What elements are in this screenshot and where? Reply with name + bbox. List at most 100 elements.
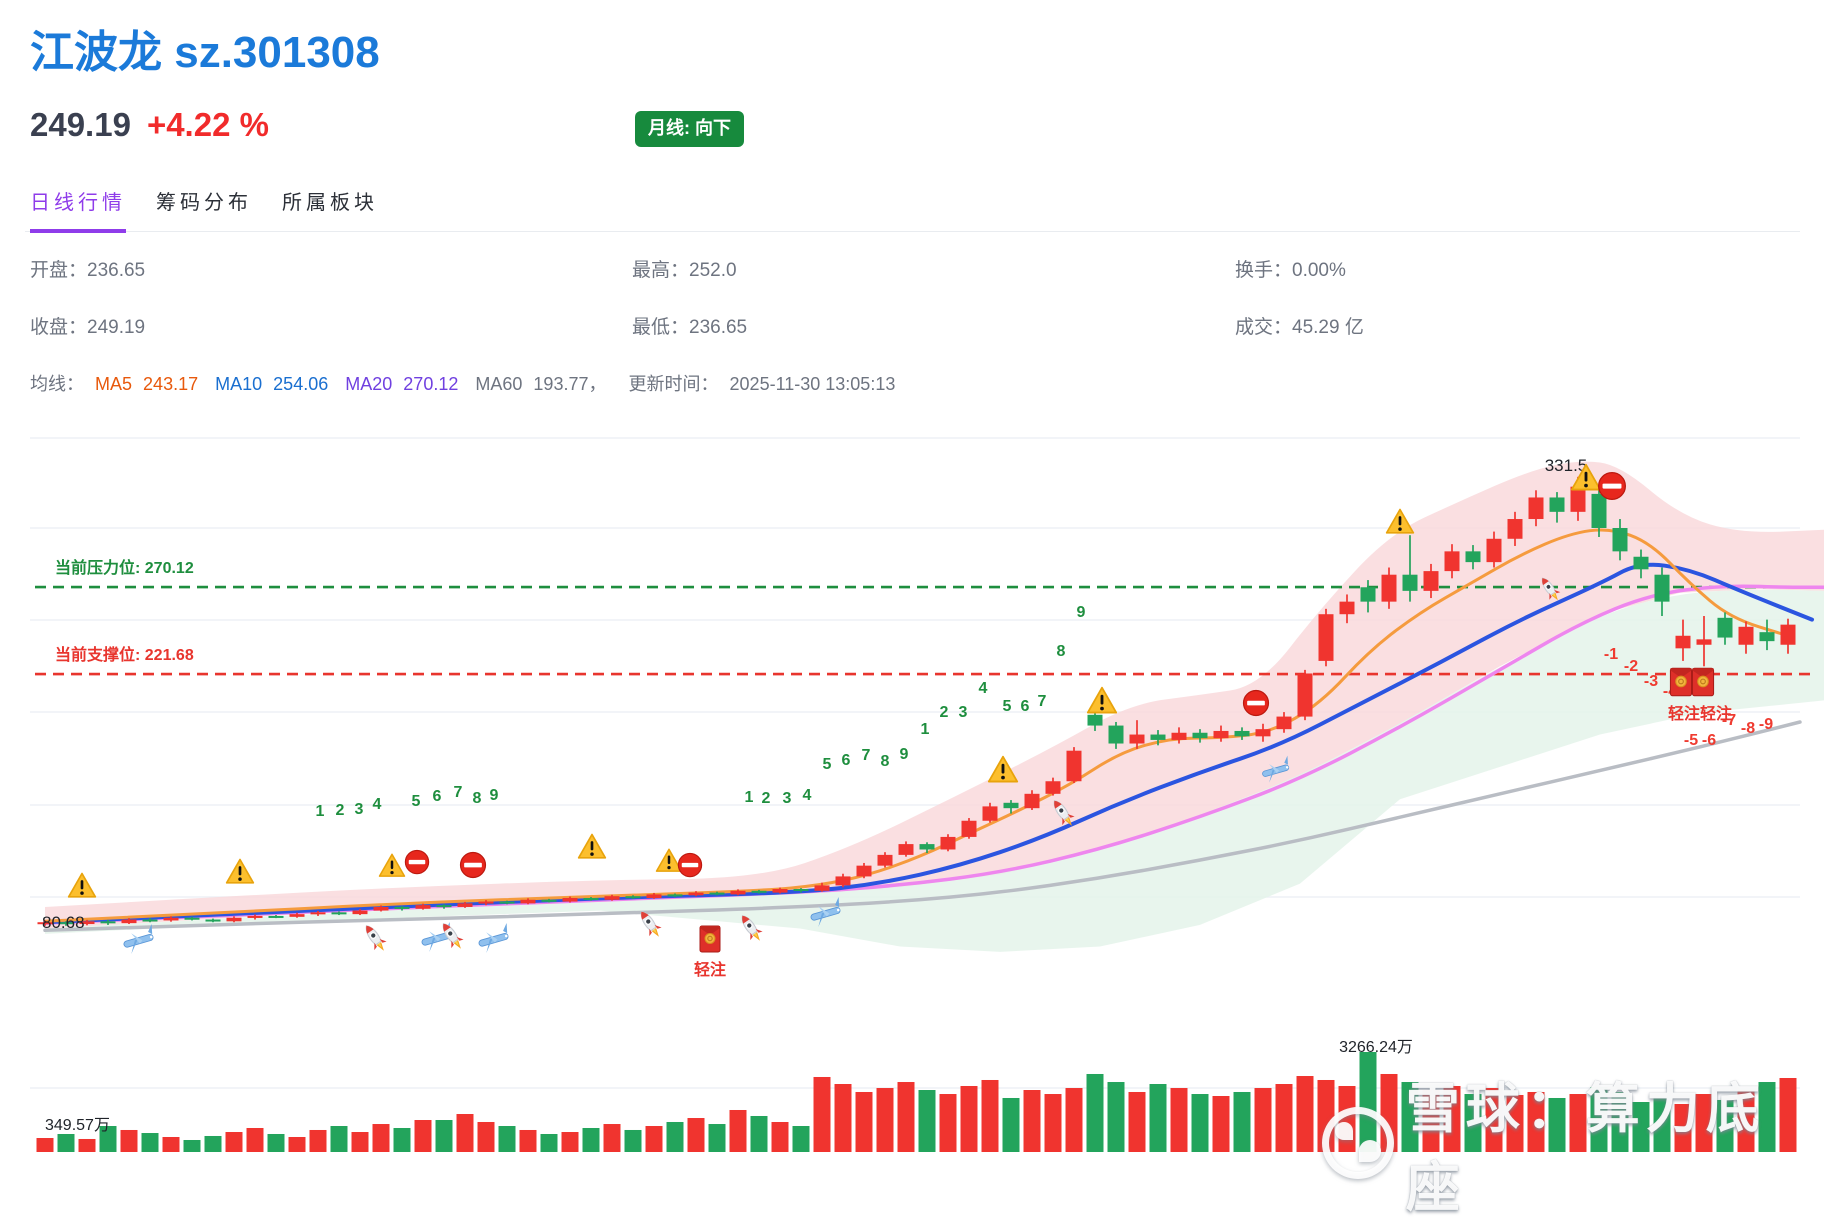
candle <box>793 889 809 891</box>
tab-bar: 日线行情 筹码分布 所属板块 <box>30 186 378 233</box>
candle <box>1171 732 1187 740</box>
volume-bar <box>1380 1073 1398 1152</box>
candle <box>436 905 452 908</box>
candle <box>1612 528 1628 552</box>
ma-summary-row: 均线： MA5 243.17 MA10 254.06 MA20 270.12 M… <box>30 370 907 396</box>
red-envelope-icon <box>1691 667 1715 697</box>
volume-bar <box>414 1120 432 1152</box>
volume-bar <box>708 1124 726 1152</box>
candle <box>835 876 851 886</box>
updated-time: 更新时间： 2025-11-30 13:05:13 <box>628 374 896 394</box>
candle <box>1423 571 1439 591</box>
volume-bar <box>1044 1094 1062 1152</box>
candle <box>520 899 536 904</box>
ma20-label: MA20 270.12 <box>345 374 459 394</box>
svg-text:3: 3 <box>959 704 968 721</box>
candle <box>583 897 599 900</box>
volume-bar <box>309 1129 327 1152</box>
volume-bar <box>1464 1094 1482 1152</box>
ma10-label: MA10 254.06 <box>215 374 329 394</box>
candle <box>1129 734 1145 744</box>
volume-bar <box>1149 1084 1167 1152</box>
candle <box>562 897 578 902</box>
candle <box>1150 734 1166 740</box>
stock-title: 江波龙 sz.301308 <box>30 28 380 77</box>
volume-bar <box>372 1124 390 1152</box>
volume-bar <box>1191 1094 1209 1152</box>
candle <box>1444 551 1460 572</box>
volume-bar <box>876 1088 894 1152</box>
volume-bar <box>1254 1088 1272 1152</box>
candle <box>1528 497 1544 520</box>
candle <box>268 915 284 918</box>
svg-text:8: 8 <box>473 790 482 807</box>
candle <box>1738 626 1754 645</box>
warning-icon <box>225 858 255 884</box>
volume-bar <box>1674 1103 1692 1152</box>
candle <box>1339 601 1355 615</box>
volume-bar <box>1758 1082 1776 1152</box>
candle <box>919 844 935 850</box>
volume-bar <box>1128 1091 1146 1152</box>
airplane-icon <box>475 922 514 955</box>
candle <box>1591 493 1607 529</box>
candle <box>184 917 200 920</box>
volume-bar <box>624 1129 642 1152</box>
volume-bar <box>645 1126 663 1152</box>
volume-bar <box>1527 1091 1545 1152</box>
warning-icon <box>1385 508 1415 534</box>
volume-bar <box>1296 1076 1314 1152</box>
candle <box>310 912 326 915</box>
volume-bar <box>477 1121 495 1152</box>
volume-bar <box>1590 1087 1608 1152</box>
candle <box>247 915 263 918</box>
svg-text:9: 9 <box>900 746 909 763</box>
tab-sector[interactable]: 所属板块 <box>282 186 378 233</box>
candle <box>604 896 620 900</box>
ma60-label: MA60 193.77， <box>475 374 607 394</box>
volume-bar <box>897 1082 915 1152</box>
candle <box>856 865 872 877</box>
volume-bar <box>981 1079 999 1152</box>
volume-bar <box>855 1091 873 1152</box>
red-envelope-icon <box>1669 667 1693 697</box>
volume-bar <box>1716 1099 1734 1152</box>
tab-daily-quotes[interactable]: 日线行情 <box>30 186 126 233</box>
warning-icon <box>67 872 97 898</box>
volume-bar <box>582 1127 600 1152</box>
candle <box>1318 614 1334 661</box>
candle <box>1297 673 1313 717</box>
warning-icon <box>655 848 683 872</box>
svg-text:当前压力位: 270.12: 当前压力位: 270.12 <box>55 558 194 577</box>
volume-bar <box>603 1124 621 1152</box>
price-volume-chart[interactable]: 当前压力位: 270.12当前支撑位: 221.68 1234567891234… <box>0 0 1824 1160</box>
volume-bar <box>1233 1091 1251 1152</box>
no-entry-icon <box>459 851 487 879</box>
stat-low: 最低：236.65 <box>632 317 748 338</box>
volume-bar <box>36 1138 54 1152</box>
svg-text:2: 2 <box>940 704 949 721</box>
volume-bar <box>1506 1094 1524 1152</box>
volume-bar <box>330 1126 348 1152</box>
candle <box>1024 793 1040 809</box>
candle <box>1087 714 1103 726</box>
volume-bar <box>1086 1073 1104 1152</box>
volume-bar <box>393 1127 411 1152</box>
candle <box>940 836 956 850</box>
volume-bar <box>519 1129 537 1152</box>
candle <box>1192 732 1208 739</box>
stat-open: 开盘：236.65 <box>30 260 146 281</box>
candle <box>289 914 305 917</box>
svg-text:5: 5 <box>1003 698 1012 715</box>
volume-bar <box>960 1085 978 1152</box>
svg-text:5: 5 <box>412 793 421 810</box>
svg-text:4: 4 <box>373 796 382 813</box>
svg-text:9: 9 <box>490 787 499 804</box>
stat-high: 最高：252.0 <box>632 260 737 281</box>
volume-bar <box>939 1094 957 1152</box>
red-envelope-icon <box>699 925 721 953</box>
candle <box>1633 556 1649 570</box>
tab-chip-distribution[interactable]: 筹码分布 <box>156 186 252 233</box>
volume-bar <box>1443 1085 1461 1152</box>
no-entry-icon <box>677 852 703 878</box>
